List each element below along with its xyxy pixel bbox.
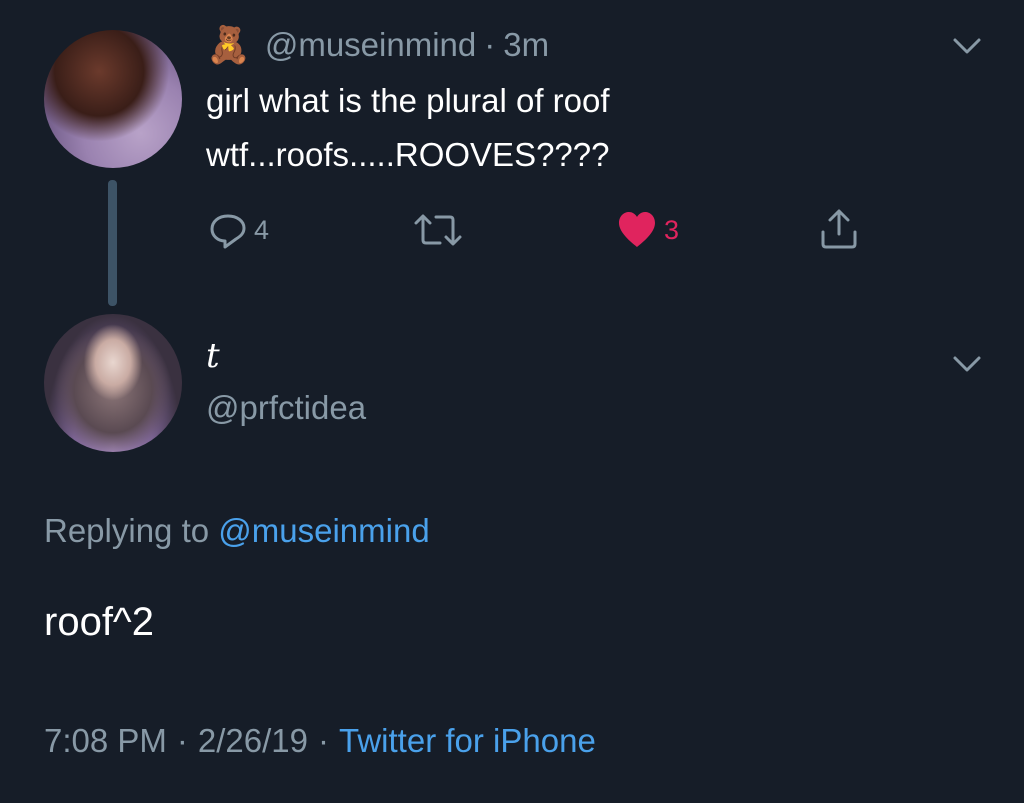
like-count: 3 [664, 214, 680, 245]
tweet1-text-line1: girl what is the plural of roof [206, 82, 610, 119]
tweet1-handle[interactable]: @museinmind [265, 26, 476, 64]
retweet-icon [414, 214, 462, 246]
reply-bubble-icon [210, 214, 246, 249]
chevron-down-icon[interactable] [952, 36, 982, 56]
replying-to-handle-link[interactable]: @museinmind [218, 512, 429, 549]
tweet2-source-link[interactable]: Twitter for iPhone [339, 718, 596, 764]
reply-button[interactable]: 4 [208, 210, 269, 250]
retweet-button[interactable] [412, 212, 464, 248]
like-button[interactable]: 3 [616, 210, 679, 250]
tweet2-handle[interactable]: @prfctidea [206, 386, 366, 430]
reply-count: 4 [254, 214, 270, 245]
avatar-prfctidea[interactable] [44, 314, 182, 452]
tweet2-time: 7:08 PM [44, 722, 167, 759]
share-button[interactable] [818, 208, 860, 250]
tweet2-display-name[interactable]: 𝑡 [206, 336, 220, 376]
tweet1-header: 🧸 @museinmind · 3m [206, 22, 549, 68]
tweet1-timestamp: 3m [503, 26, 550, 63]
teddy-bear-emoji-icon: 🧸 [206, 24, 251, 65]
chevron-down-icon[interactable] [952, 354, 982, 374]
tweet1-text-line2: wtf...roofs.....ROOVES???? [206, 136, 610, 173]
replying-to-line: Replying to @museinmind [44, 508, 430, 554]
share-icon [821, 209, 857, 249]
tweet2-text: roof^2 [44, 600, 154, 644]
tweet2-date: 2/26/19 [197, 722, 309, 759]
replying-to-label: Replying to [44, 512, 210, 549]
thread-connector-line [108, 180, 117, 306]
avatar-museinmind[interactable] [44, 30, 182, 168]
meta-separator: · [318, 722, 330, 759]
tweet1-separator: · [484, 26, 496, 63]
heart-icon [619, 212, 655, 247]
tweet2-meta: 7:08 PM · 2/26/19 · Twitter for iPhone [44, 718, 596, 764]
meta-separator: · [176, 722, 188, 759]
